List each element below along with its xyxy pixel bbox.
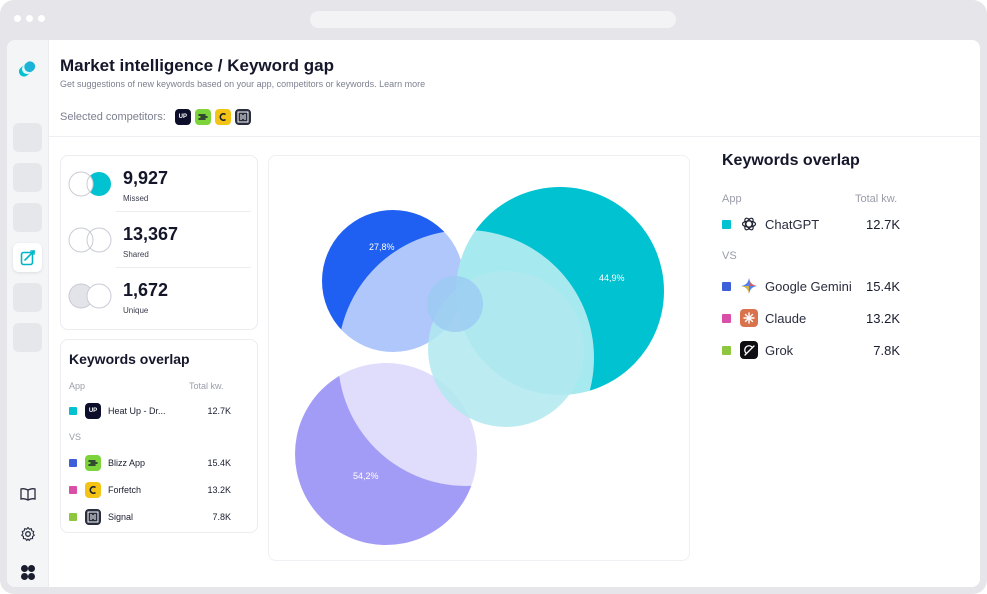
overlap-title-large: Keywords overlap [722, 152, 860, 169]
venn-shared-icon [68, 227, 112, 253]
stats-card: 9,927 Missed 13,367 Shared 1,672 Unique [60, 155, 258, 330]
keywords-overlap-panel: Keywords overlap App Total kw. ChatGPT 1… [722, 136, 980, 536]
address-bar[interactable] [310, 11, 676, 28]
nav-item-keyword-gap[interactable] [13, 243, 42, 272]
competitor-name: Signal [108, 512, 134, 522]
overlap-row-competitor[interactable]: Forfetch 13.2K [69, 482, 231, 498]
series-swatch [722, 281, 731, 291]
series-swatch [722, 345, 731, 355]
competitors-label: Selected competitors: [60, 111, 166, 123]
claude-icon [740, 309, 758, 327]
heat-up-icon: UP [85, 403, 101, 419]
forfetch-app-icon[interactable] [214, 109, 231, 125]
nav-item-5[interactable] [13, 283, 42, 312]
venn-unique-icon [68, 283, 112, 309]
app-name: Heat Up - Dr... [108, 406, 166, 416]
gemini-icon [741, 278, 757, 294]
signal-app-icon[interactable] [234, 109, 251, 125]
chatgpt-icon [741, 217, 757, 231]
competitor-total: 7.8K [212, 512, 231, 522]
app-total: 12.7K [207, 406, 231, 416]
col-app: App [69, 381, 86, 391]
forfetch-icon [85, 482, 101, 498]
heat-up-app-icon[interactable]: UP [174, 109, 191, 125]
stat-shared: 13,367 Shared [68, 212, 252, 267]
overlap-title: Keywords overlap [69, 351, 190, 367]
browser-frame: Market intelligence / Keyword gap Get su… [0, 0, 987, 594]
overlap-row-competitor[interactable]: Claude 13.2K [722, 309, 900, 327]
venn-label-blue: 27,8% [369, 242, 395, 252]
competitor-name: Blizz App [108, 458, 146, 468]
selected-competitors: Selected competitors: UP [60, 109, 251, 125]
overlap-row-competitor[interactable]: Signal 7.8K [69, 509, 231, 525]
main-content: Market intelligence / Keyword gap Get su… [49, 40, 980, 587]
grok-icon [740, 341, 758, 359]
venn-diagram-card: 27,8% 44,9% 54,2% [268, 155, 690, 561]
series-swatch [69, 459, 77, 467]
venn-label-teal: 44,9% [599, 273, 625, 283]
sidebar [7, 40, 49, 587]
gear-icon[interactable] [19, 525, 37, 543]
unique-label: Unique [123, 306, 149, 315]
app-logo-icon[interactable] [16, 58, 38, 80]
missed-count: 9,927 [123, 168, 169, 188]
overlap-row-competitor[interactable]: Blizz App 15.4K [69, 455, 231, 471]
overlap-row-competitor[interactable]: Grok 7.8K [722, 341, 900, 359]
series-swatch [722, 313, 731, 323]
app-window: Market intelligence / Keyword gap Get su… [7, 40, 980, 587]
window-controls [14, 15, 45, 22]
book-icon[interactable] [19, 485, 37, 503]
nav-item-3[interactable] [13, 203, 42, 232]
competitor-total: 7.8K [873, 342, 900, 358]
series-swatch [69, 407, 77, 415]
edit-chart-icon [20, 249, 35, 265]
app-total: 12.7K [866, 216, 900, 232]
workspace-icon[interactable] [19, 564, 37, 582]
vs-label: VS [69, 432, 82, 442]
col-app: App [722, 193, 742, 205]
venn-diagram: 27,8% 44,9% 54,2% [295, 187, 664, 545]
shared-count: 13,367 [123, 224, 179, 244]
signal-icon [85, 509, 101, 525]
venn-overlap-small [427, 276, 483, 332]
col-total: Total kw. [855, 193, 898, 205]
competitor-total: 15.4K [866, 278, 900, 294]
nav-item-6[interactable] [13, 323, 42, 352]
competitor-name: Google Gemini [765, 278, 852, 294]
page-title: Market intelligence / Keyword gap [60, 56, 334, 75]
competitor-total: 13.2K [866, 310, 900, 326]
keywords-overlap-card-small: Keywords overlap App Total kw. UP Heat U… [60, 339, 258, 533]
vs-label: VS [722, 250, 737, 262]
shared-label: Shared [123, 250, 149, 259]
series-swatch [69, 486, 77, 494]
stat-unique: 1,672 Unique [68, 268, 252, 323]
series-swatch [722, 219, 731, 229]
overlap-row-app[interactable]: ChatGPT 12.7K [722, 215, 900, 233]
missed-label: Missed [123, 194, 149, 203]
competitor-name: Forfetch [108, 485, 142, 495]
competitor-total: 13.2K [207, 485, 231, 495]
stat-missed: 9,927 Missed [68, 156, 252, 211]
nav-item-2[interactable] [13, 163, 42, 192]
overlap-row-app[interactable]: UP Heat Up - Dr... 12.7K [69, 403, 231, 419]
blizz-icon [85, 455, 101, 471]
unique-count: 1,672 [123, 280, 169, 300]
competitor-total: 15.4K [207, 458, 231, 468]
venn-label-purple: 54,2% [353, 471, 379, 481]
series-swatch [69, 513, 77, 521]
competitor-name: Claude [765, 310, 807, 326]
page-subtitle: Get suggestions of new keywords based on… [60, 79, 426, 89]
competitor-name: Grok [765, 342, 794, 358]
venn-missed-icon [68, 171, 111, 197]
nav-item-1[interactable] [13, 123, 42, 152]
app-name: ChatGPT [765, 216, 820, 232]
blizz-app-icon[interactable] [194, 109, 211, 125]
overlap-row-competitor[interactable]: Google Gemini 15.4K [722, 277, 900, 295]
col-total: Total kw. [189, 381, 224, 391]
